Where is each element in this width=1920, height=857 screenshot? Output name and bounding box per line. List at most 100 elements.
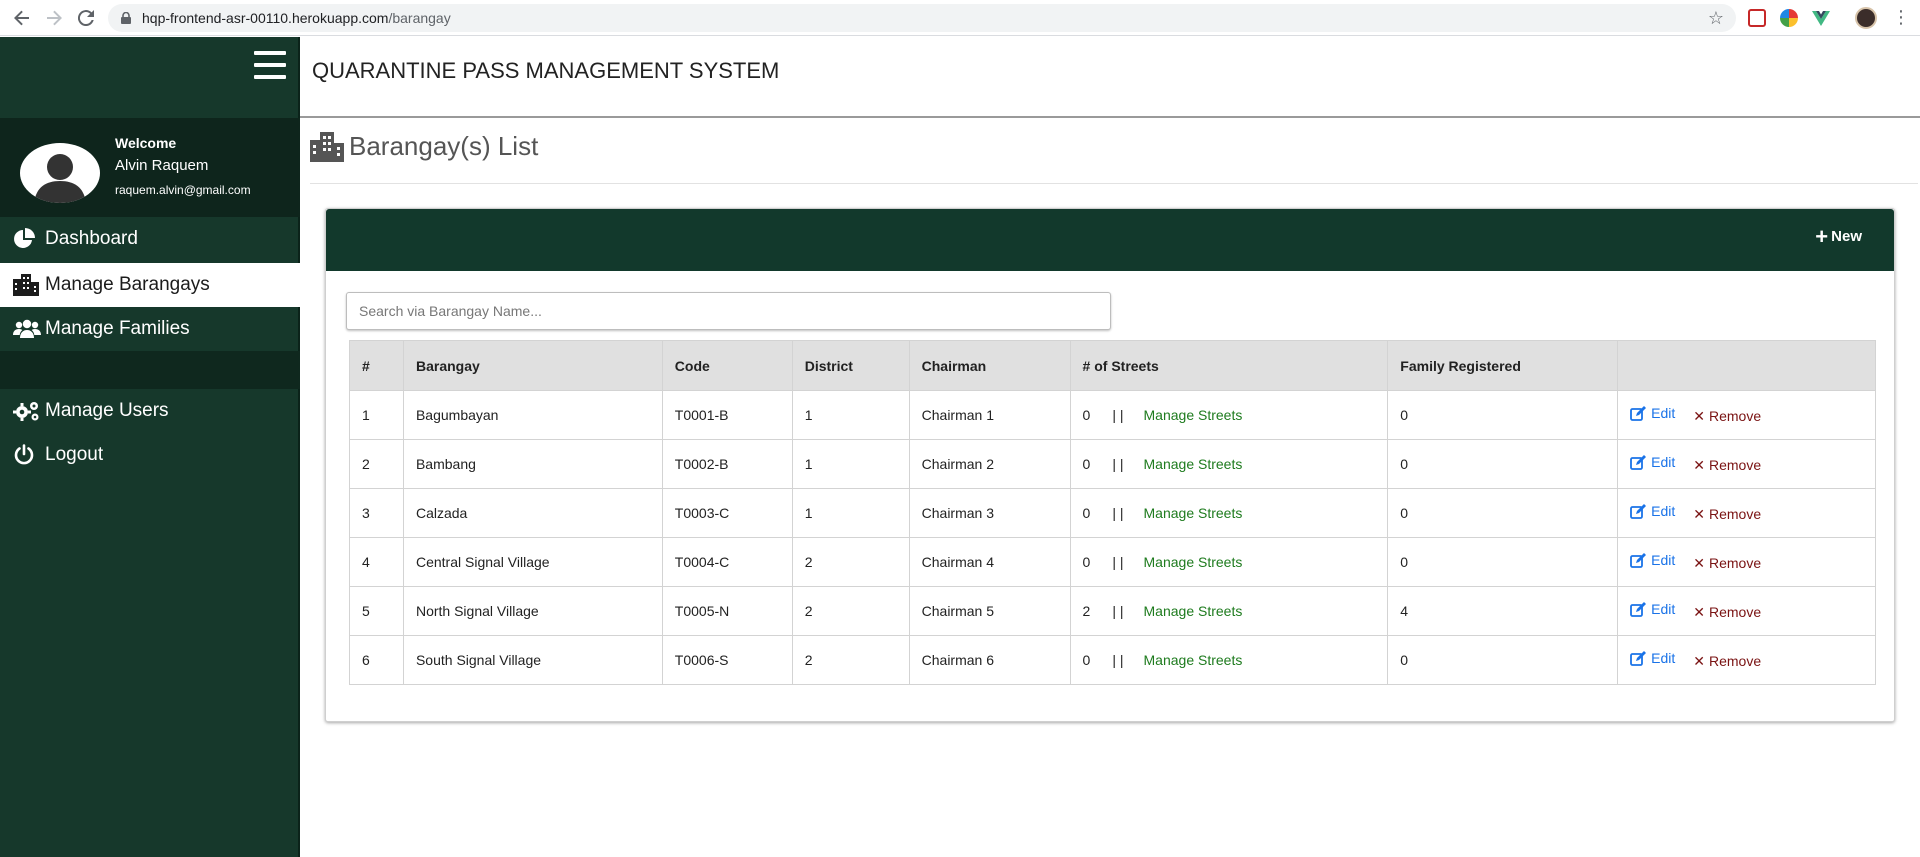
sidebar-item-label: Manage Barangays — [45, 274, 210, 295]
row-number: 3 — [349, 488, 404, 538]
manage-streets-link[interactable]: Manage Streets — [1144, 505, 1243, 521]
manage-streets-link[interactable]: Manage Streets — [1144, 554, 1243, 570]
barangay-table: # Barangay Code District Chairman # of S… — [349, 340, 1876, 685]
back-arrow-icon[interactable] — [6, 2, 38, 34]
streets-cell: 0 | | Manage Streets — [1069, 439, 1389, 489]
family-count: 0 — [1387, 635, 1619, 685]
column-header: Family Registered — [1387, 340, 1619, 391]
actions-cell: Edit ✕ Remove — [1617, 635, 1876, 685]
building-icon — [310, 132, 344, 162]
actions-cell: Edit ✕ Remove — [1617, 390, 1876, 440]
manage-streets-link[interactable]: Manage Streets — [1144, 603, 1243, 619]
edit-button[interactable]: Edit — [1630, 552, 1675, 568]
remove-button[interactable]: ✕ Remove — [1693, 506, 1761, 523]
table-row: 5 North Signal Village T0005-N 2 Chairma… — [349, 586, 1876, 636]
sidebar-item-label: Manage Families — [45, 318, 190, 339]
browser-toolbar: hqp-frontend-asr-00110.herokuapp.com/bar… — [0, 0, 1920, 36]
sidebar-item-manage-users[interactable]: Manage Users — [0, 389, 300, 433]
street-count: 0 — [1082, 554, 1091, 570]
column-header: # of Streets — [1069, 340, 1389, 391]
manage-streets-link[interactable]: Manage Streets — [1144, 652, 1243, 668]
extension-vue-icon[interactable] — [1812, 9, 1830, 27]
chairman: Chairman 2 — [908, 439, 1071, 489]
edit-icon — [1630, 454, 1647, 470]
building-icon — [13, 273, 41, 297]
profile-avatar[interactable] — [1855, 7, 1877, 29]
barangay-code: T0002-B — [661, 439, 793, 489]
edit-icon — [1630, 650, 1647, 666]
streets-cell: 2 | | Manage Streets — [1069, 586, 1389, 636]
district: 1 — [791, 390, 910, 440]
barangay-name: Bagumbayan — [402, 390, 663, 440]
row-number: 5 — [349, 586, 404, 636]
sidebar-item-label: Dashboard — [45, 228, 138, 249]
barangay-name: North Signal Village — [402, 586, 663, 636]
manage-streets-link[interactable]: Manage Streets — [1144, 456, 1243, 472]
family-count: 0 — [1387, 390, 1619, 440]
page-title-bar: Barangay(s) List — [300, 120, 1920, 184]
browser-menu-icon[interactable]: ⋮ — [1892, 8, 1910, 26]
new-barangay-button[interactable]: + New — [1815, 223, 1862, 249]
edit-icon — [1630, 503, 1647, 519]
edit-button[interactable]: Edit — [1630, 650, 1675, 666]
barangay-name: Central Signal Village — [402, 537, 663, 587]
actions-cell: Edit ✕ Remove — [1617, 488, 1876, 538]
remove-button[interactable]: ✕ Remove — [1693, 604, 1761, 621]
streets-cell: 0 | | Manage Streets — [1069, 390, 1389, 440]
edit-icon — [1630, 405, 1647, 421]
streets-cell: 0 | | Manage Streets — [1069, 488, 1389, 538]
edit-button[interactable]: Edit — [1630, 601, 1675, 617]
search-input[interactable] — [346, 292, 1111, 330]
streets-cell: 0 | | Manage Streets — [1069, 537, 1389, 587]
hamburger-menu-icon[interactable] — [254, 51, 286, 79]
row-number: 1 — [349, 390, 404, 440]
plus-icon: + — [1815, 223, 1829, 249]
edit-button[interactable]: Edit — [1630, 405, 1675, 421]
column-header — [1617, 340, 1876, 391]
address-bar[interactable]: hqp-frontend-asr-00110.herokuapp.com/bar… — [108, 4, 1736, 32]
chairman: Chairman 4 — [908, 537, 1071, 587]
reload-icon[interactable] — [70, 2, 102, 34]
user-name: Alvin Raquem — [115, 157, 209, 174]
sidebar-item-dashboard[interactable]: Dashboard — [0, 217, 300, 261]
remove-button[interactable]: ✕ Remove — [1693, 457, 1761, 474]
divider — [310, 183, 1918, 184]
gears-icon — [13, 399, 41, 423]
power-icon — [13, 443, 41, 467]
barangay-code: T0003-C — [661, 488, 793, 538]
forward-arrow-icon[interactable] — [38, 2, 70, 34]
district: 1 — [791, 439, 910, 489]
edit-icon — [1630, 601, 1647, 617]
table-row: 2 Bambang T0002-B 1 Chairman 2 0 | | Manag… — [349, 439, 1876, 489]
remove-button[interactable]: ✕ Remove — [1693, 653, 1761, 670]
separator: | | — [1112, 505, 1124, 521]
extension-color-icon[interactable] — [1780, 9, 1798, 27]
actions-cell: Edit ✕ Remove — [1617, 586, 1876, 636]
sidebar-divider — [0, 351, 300, 389]
manage-streets-link[interactable]: Manage Streets — [1144, 407, 1243, 423]
sidebar-item-logout[interactable]: Logout — [0, 433, 300, 477]
barangay-code: T0001-B — [661, 390, 793, 440]
family-count: 0 — [1387, 488, 1619, 538]
table-row: 3 Calzada T0003-C 1 Chairman 3 0 | | Manag… — [349, 488, 1876, 538]
column-header: # — [349, 340, 404, 391]
url-text: hqp-frontend-asr-00110.herokuapp.com/bar… — [142, 10, 451, 26]
separator: | | — [1112, 407, 1124, 423]
barangay-code: T0005-N — [661, 586, 793, 636]
table-row: 1 Bagumbayan T0001-B 1 Chairman 1 0 | | Ma… — [349, 390, 1876, 440]
edit-button[interactable]: Edit — [1630, 454, 1675, 470]
sidebar-item-manage-families[interactable]: Manage Families — [0, 307, 300, 351]
barangay-code: T0004-C — [661, 537, 793, 587]
column-header: Chairman — [908, 340, 1071, 391]
remove-button[interactable]: ✕ Remove — [1693, 408, 1761, 425]
app-title: QUARANTINE PASS MANAGEMENT SYSTEM — [312, 58, 780, 83]
sidebar-item-manage-barangays[interactable]: Manage Barangays — [0, 263, 300, 307]
remove-button[interactable]: ✕ Remove — [1693, 555, 1761, 572]
district: 1 — [791, 488, 910, 538]
streets-cell: 0 | | Manage Streets — [1069, 635, 1389, 685]
bookmark-star-icon[interactable]: ☆ — [1708, 8, 1724, 29]
close-icon: ✕ — [1693, 554, 1705, 571]
edit-button[interactable]: Edit — [1630, 503, 1675, 519]
extension-pocket-icon[interactable] — [1748, 9, 1766, 27]
district: 2 — [791, 635, 910, 685]
